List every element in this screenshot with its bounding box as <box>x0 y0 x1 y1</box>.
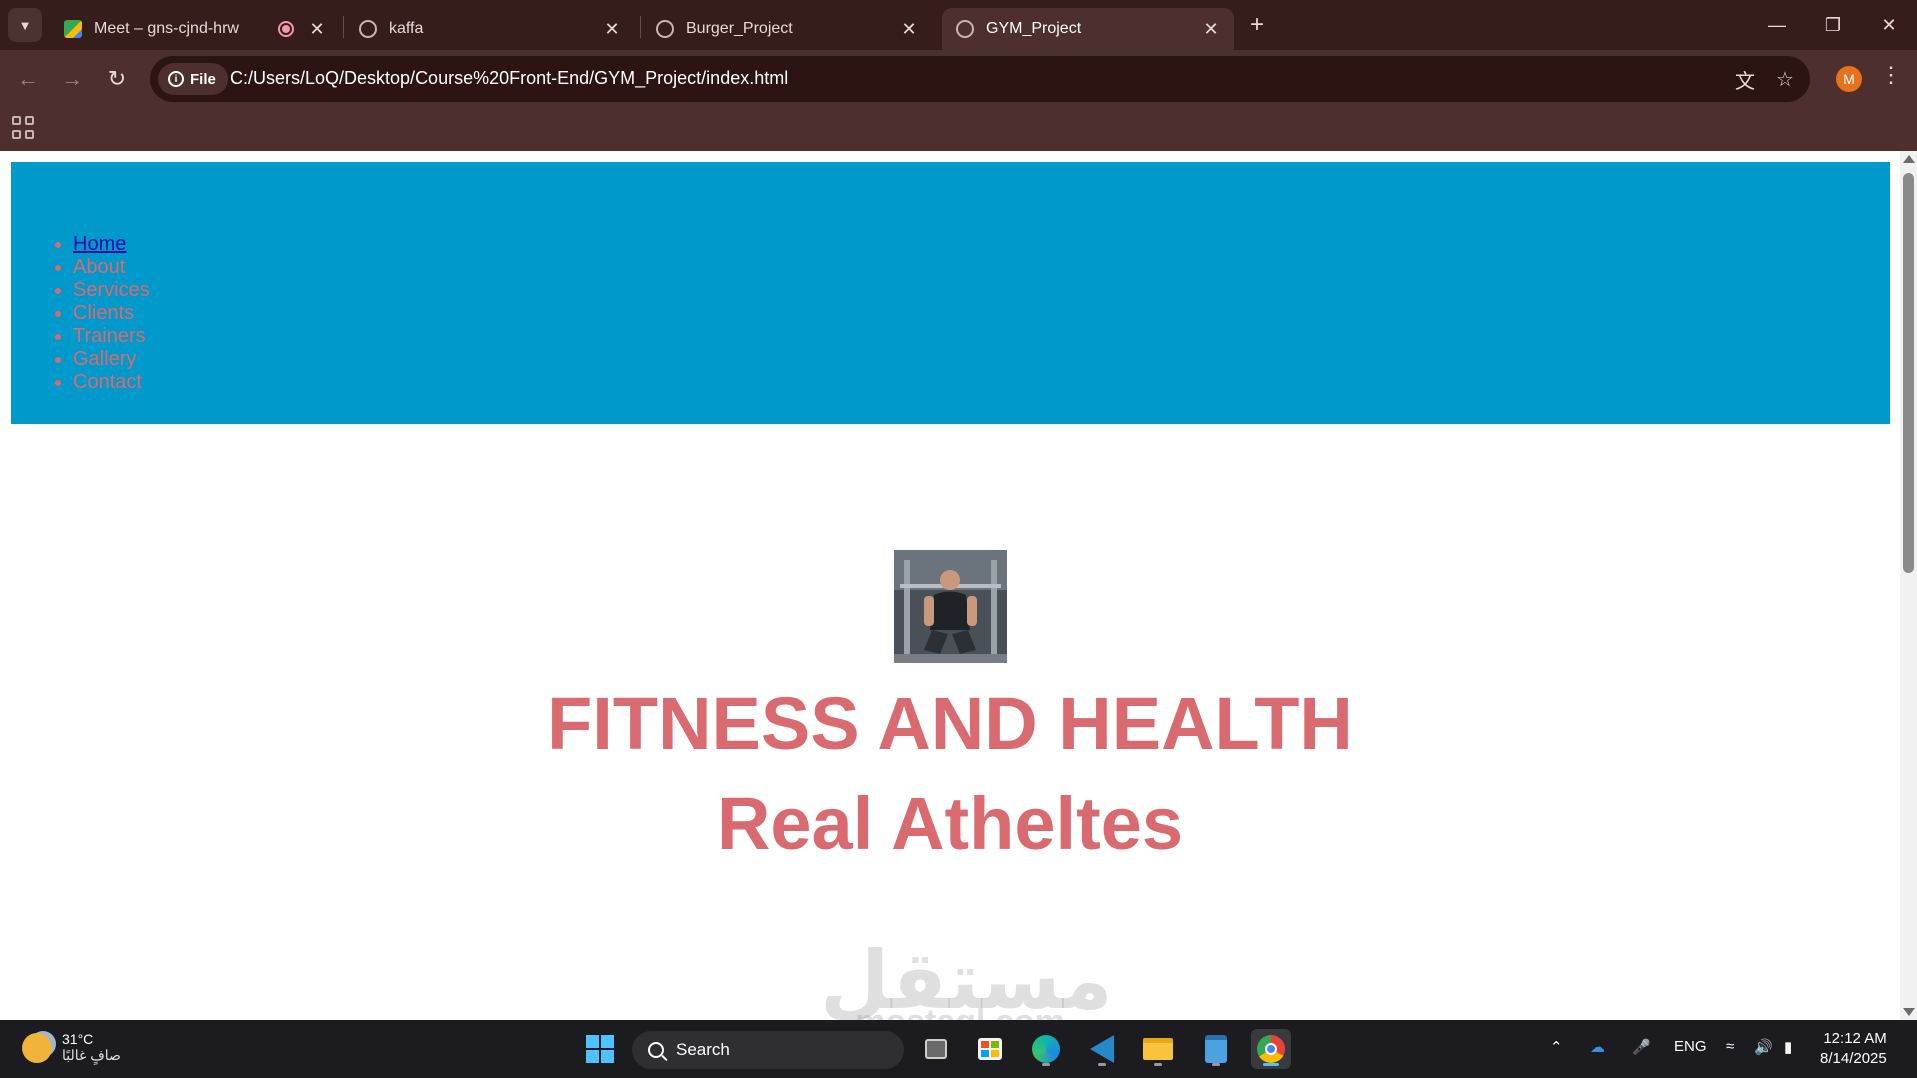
globe-icon <box>656 20 674 38</box>
tab-gym-project[interactable]: GYM_Project ✕ <box>942 8 1234 50</box>
nav-item-gallery: Gallery <box>73 348 150 371</box>
close-icon[interactable]: ✕ <box>308 19 326 40</box>
page-scrollbar[interactable] <box>1900 151 1917 1020</box>
bookmarks-bar <box>0 108 1917 151</box>
weather-icon <box>22 1032 52 1063</box>
scroll-thumb[interactable] <box>1903 173 1914 573</box>
nav-link-services[interactable]: Services <box>73 279 150 301</box>
close-window-icon[interactable]: ✕ <box>1861 0 1917 50</box>
weather-widget[interactable]: 31°C صافٍ غالبًا <box>22 1031 121 1064</box>
page-viewport: Home About Services Clients Trainers Gal… <box>0 151 1917 1020</box>
taskbar-search[interactable]: Search <box>632 1031 904 1069</box>
start-button[interactable] <box>580 1029 620 1069</box>
tab-search-icon[interactable]: ▼ <box>8 8 42 42</box>
chrome-icon[interactable] <box>1251 1029 1291 1069</box>
tab-title: kaffa <box>389 20 424 37</box>
vscode-icon[interactable] <box>1082 1029 1122 1069</box>
star-icon[interactable]: ☆ <box>1772 66 1798 92</box>
forward-icon[interactable]: → <box>56 63 88 95</box>
profile-avatar[interactable]: M <box>1836 66 1862 92</box>
reload-icon[interactable]: ↻ <box>101 63 133 95</box>
watermark-logo: مستقل mostaql.com <box>820 941 1113 1021</box>
tab-title: GYM_Project <box>986 20 1082 37</box>
tab-divider <box>343 16 344 38</box>
taskbar-search-label: Search <box>676 1040 730 1059</box>
microphone-icon[interactable]: 🎤 <box>1632 1038 1651 1056</box>
tab-burger-project[interactable]: Burger_Project ✕ <box>642 8 932 50</box>
site-header: Home About Services Clients Trainers Gal… <box>11 162 1890 424</box>
nav-item-contact: Contact <box>73 371 150 394</box>
globe-icon <box>956 20 974 38</box>
clock-time: 12:12 AM <box>1823 1030 1887 1047</box>
close-icon[interactable]: ✕ <box>900 19 918 40</box>
apps-icon[interactable] <box>12 116 36 140</box>
clock-date: 8/14/2025 <box>1820 1050 1887 1067</box>
task-view-icon[interactable] <box>916 1029 956 1069</box>
windows-icon <box>586 1035 614 1063</box>
hero-subheading: Real Atheltes <box>716 782 1184 865</box>
main-nav: Home About Services Clients Trainers Gal… <box>61 233 150 394</box>
tab-meet[interactable]: Meet – gns-cjnd-hrw ✕ <box>50 8 340 50</box>
onedrive-icon[interactable]: ☁ <box>1590 1038 1605 1056</box>
restore-icon[interactable]: ❐ <box>1805 0 1861 50</box>
new-tab-icon[interactable]: + <box>1242 10 1272 40</box>
language-indicator[interactable]: ENG <box>1674 1038 1707 1055</box>
url-text[interactable]: C:/Users/LoQ/Desktop/Course%20Front-End/… <box>230 68 788 89</box>
nav-item-clients: Clients <box>73 302 150 325</box>
tab-divider <box>640 16 641 38</box>
wifi-icon[interactable]: ≈ <box>1726 1038 1734 1055</box>
taskbar: 31°C صافٍ غالبًا Search ⌃ ☁ 🎤 ENG ≈ 🔊 ▮ … <box>0 1020 1917 1078</box>
search-icon <box>648 1042 664 1058</box>
translate-icon[interactable]: 文 <box>1732 66 1758 93</box>
system-clock[interactable]: 12:12 AM 8/14/2025 <box>1820 1029 1887 1069</box>
nav-link-home[interactable]: Home <box>73 233 126 255</box>
tab-title: Burger_Project <box>686 20 793 37</box>
meet-favicon-icon <box>64 20 82 38</box>
nav-link-contact[interactable]: Contact <box>73 371 142 393</box>
edge-icon[interactable] <box>1026 1029 1066 1069</box>
file-explorer-icon[interactable] <box>1138 1029 1178 1069</box>
minimize-icon[interactable]: — <box>1749 0 1805 50</box>
nav-link-clients[interactable]: Clients <box>73 302 134 324</box>
site-info-chip[interactable]: i File <box>158 63 228 95</box>
nav-item-services: Services <box>73 279 150 302</box>
nav-item-trainers: Trainers <box>73 325 150 348</box>
info-icon: i <box>168 71 184 87</box>
weather-temp: 31°C <box>62 1031 94 1047</box>
nav-link-trainers[interactable]: Trainers <box>73 325 146 347</box>
watermark-latin: mostaql.com <box>820 1005 1100 1020</box>
tab-kaffa[interactable]: kaffa ✕ <box>345 8 635 50</box>
menu-icon[interactable]: ⋮ <box>1880 62 1902 94</box>
globe-icon <box>359 20 377 38</box>
nav-item-home: Home <box>73 233 150 256</box>
hero-heading: FITNESS AND HEALTH <box>547 682 1353 765</box>
battery-icon[interactable]: ▮ <box>1784 1038 1792 1056</box>
tray-overflow-icon[interactable]: ⌃ <box>1550 1038 1563 1056</box>
recording-icon <box>278 21 294 37</box>
nav-item-about: About <box>73 256 150 279</box>
close-icon[interactable]: ✕ <box>603 19 621 40</box>
scroll-up-icon[interactable] <box>1903 155 1915 163</box>
tab-strip: ▼ Meet – gns-cjnd-hrw ✕ kaffa ✕ Burger_P… <box>0 0 1917 50</box>
store-icon[interactable] <box>970 1029 1010 1069</box>
browser-toolbar: ← → ↻ i File C:/Users/LoQ/Desktop/Course… <box>0 50 1917 108</box>
scroll-down-icon[interactable] <box>1903 1008 1915 1016</box>
nav-link-gallery[interactable]: Gallery <box>73 348 136 370</box>
notepad-icon[interactable] <box>1196 1029 1236 1069</box>
volume-icon[interactable]: 🔊 <box>1754 1038 1773 1056</box>
close-icon[interactable]: ✕ <box>1202 19 1220 40</box>
nav-link-about[interactable]: About <box>73 256 125 278</box>
hero-athlete-image <box>894 550 1007 663</box>
tab-title: Meet – gns-cjnd-hrw <box>94 20 239 37</box>
address-bar[interactable]: i File C:/Users/LoQ/Desktop/Course%20Fro… <box>150 56 1810 102</box>
weather-condition: صافٍ غالبًا <box>62 1047 121 1063</box>
back-icon[interactable]: ← <box>12 63 44 95</box>
site-info-label: File <box>190 70 216 88</box>
